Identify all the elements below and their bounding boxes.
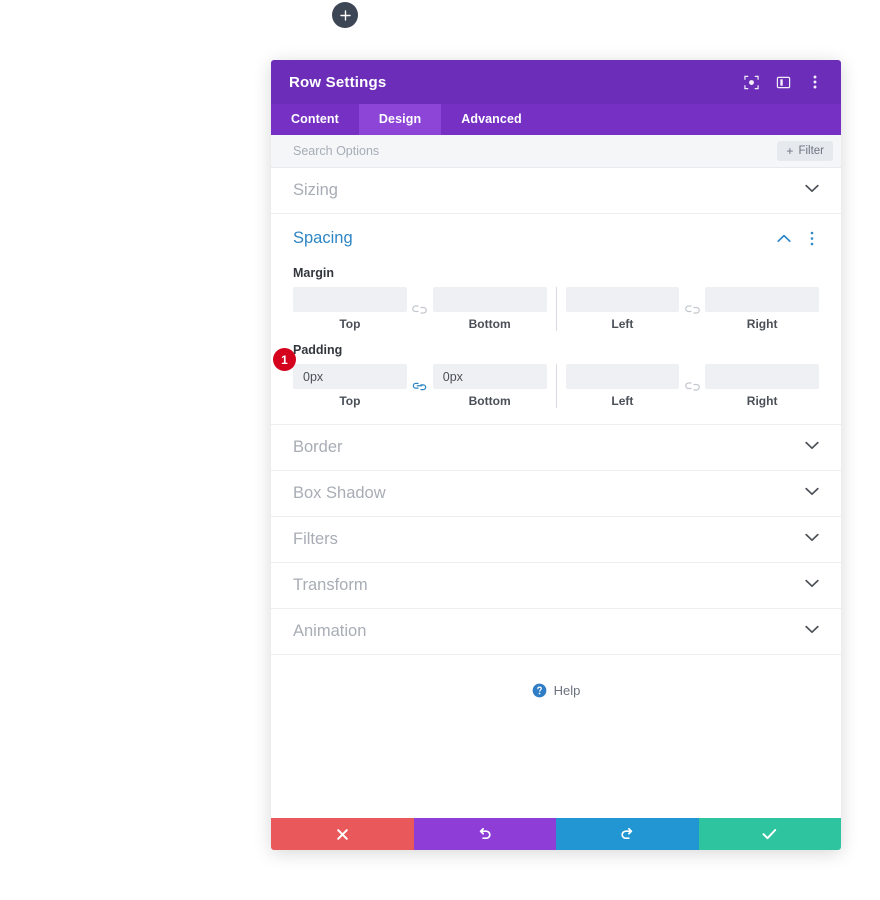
chevron-down-icon [805,487,819,501]
row-settings-modal: Row Settings Content Design Advanced Sea… [271,60,861,850]
cancel-button[interactable] [271,818,414,850]
padding-link-top-bottom-icon[interactable] [407,381,433,392]
padding-right-label: Right [746,394,778,408]
section-filters[interactable]: Filters [271,517,841,563]
padding-top-input[interactable] [293,364,407,389]
check-icon [762,828,777,840]
close-icon [336,828,349,841]
padding-label: Padding [293,343,343,357]
plus-icon: + [786,144,794,158]
margin-horizontal-pair: Left Right [565,287,819,331]
padding-left-label: Left [611,394,634,408]
section-sizing-label: Sizing [293,181,338,199]
padding-top-label: Top [339,394,361,408]
chevron-up-icon[interactable] [777,231,791,245]
chevron-down-icon [805,533,819,547]
margin-bottom-cell: Bottom [432,287,547,331]
question-circle-icon [532,683,547,698]
chevron-down-icon [805,441,819,455]
section-animation[interactable]: Animation [271,609,841,655]
page-title: Row Settings [289,73,387,91]
filter-button[interactable]: + Filter [777,141,833,161]
margin-link-top-bottom-icon[interactable] [407,304,433,315]
section-border[interactable]: Border [271,425,841,471]
padding-horizontal-pair: Left Right [565,364,819,408]
section-sizing[interactable]: Sizing [271,168,841,214]
section-more-options-icon[interactable] [805,231,819,245]
padding-left-input[interactable] [565,364,680,389]
section-spacing-actions [777,231,819,245]
redo-button[interactable] [556,818,699,850]
add-section-button[interactable] [332,2,358,28]
section-filters-label: Filters [293,530,338,548]
margin-right-input[interactable] [705,287,819,312]
more-options-icon[interactable] [807,74,823,90]
margin-link-left-right-icon[interactable] [679,304,705,315]
screen: Row Settings Content Design Advanced Sea… [0,0,880,900]
margin-left-input[interactable] [565,287,680,312]
padding-right-input[interactable] [705,364,819,389]
chevron-down-icon [805,184,819,198]
padding-link-left-right-icon[interactable] [679,381,705,392]
margin-right-label: Right [746,317,778,331]
padding-bottom-label: Bottom [468,394,511,408]
margin-left-cell: Left [565,287,680,331]
tab-design[interactable]: Design [358,104,442,135]
tab-advanced[interactable]: Advanced [441,104,542,135]
plus-icon [339,9,351,21]
margin-bottom-label: Bottom [468,317,511,331]
padding-divider [555,364,557,408]
margin-top-label: Top [339,317,361,331]
modal-header: Row Settings [271,60,841,104]
help-label: Help [553,683,581,698]
margin-top-cell: Top [293,287,407,331]
panel-layout-icon[interactable] [775,74,791,90]
undo-button[interactable] [413,818,556,850]
search-bar: + Filter [271,135,841,168]
padding-group: Padding 1 Top [271,343,841,408]
section-border-label: Border [293,438,343,456]
margin-bottom-input[interactable] [432,287,547,312]
section-box-shadow[interactable]: Box Shadow [271,471,841,517]
header-icon-group [743,74,823,90]
padding-top-cell: Top [293,364,407,408]
section-spacing-label: Spacing [293,228,353,247]
settings-list: Sizing Spacing Margin Top Bottom Left Ri… [271,168,841,818]
margin-vertical-pair: Top Bottom [293,287,547,331]
margin-top-input[interactable] [293,287,407,312]
chevron-down-icon [805,579,819,593]
save-button[interactable] [698,818,841,850]
section-spacing: Spacing Margin Top Bottom Left Right Pad… [271,214,841,425]
chevron-down-icon [805,625,819,639]
section-animation-label: Animation [293,622,367,640]
padding-left-cell: Left [565,364,680,408]
section-transform[interactable]: Transform [271,563,841,609]
margin-label: Margin [293,266,334,280]
tab-content[interactable]: Content [271,104,359,135]
tab-bar: Content Design Advanced [271,104,841,135]
padding-right-cell: Right [705,364,819,408]
margin-right-cell: Right [705,287,819,331]
modal-footer [271,818,841,850]
padding-bottom-cell: Bottom [432,364,547,408]
undo-icon [478,827,492,841]
section-transform-label: Transform [293,576,368,594]
redo-icon [620,827,634,841]
filter-button-label: Filter [798,145,824,157]
padding-bottom-input[interactable] [432,364,547,389]
section-spacing-header[interactable]: Spacing [271,214,841,262]
padding-vertical-pair: Top [293,364,547,408]
status-badge: 1 [273,348,296,371]
fullscreen-focus-icon[interactable] [743,74,759,90]
help-link[interactable]: Help [271,655,841,698]
margin-divider [555,287,557,331]
margin-group: Margin Top Bottom Left Right [271,266,841,331]
margin-left-label: Left [611,317,634,331]
search-input[interactable] [293,144,778,158]
section-box-shadow-label: Box Shadow [293,484,386,502]
